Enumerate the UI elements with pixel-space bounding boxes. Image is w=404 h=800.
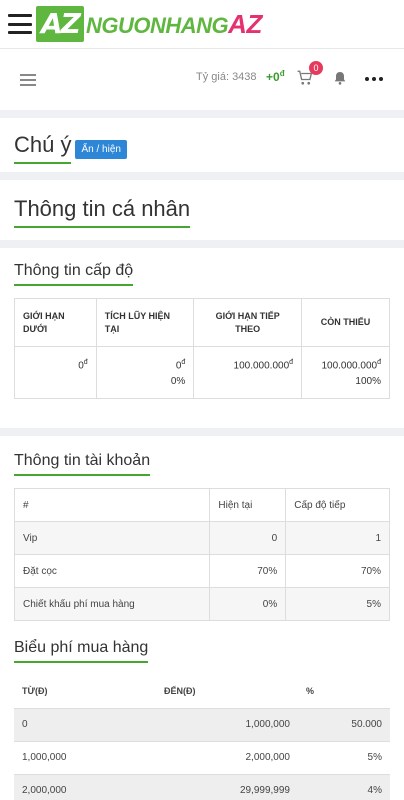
account-info-title: Thông tin tài khoản bbox=[14, 452, 151, 476]
fee-to: 2,000,000 bbox=[156, 741, 298, 775]
fee-to: 1,000,000 bbox=[156, 708, 298, 742]
col-lower-limit: GIỚI HẠN DƯỚI bbox=[14, 298, 97, 347]
row-next: 70% bbox=[285, 554, 390, 588]
level-table-row: 0đ 0đ 0% 100.000.000đ 100.000.000đ 100% bbox=[14, 345, 390, 400]
more-options-icon[interactable] bbox=[365, 77, 383, 81]
table-row: Vip 0 1 bbox=[13, 521, 390, 555]
fee-title: Biểu phí mua hàng bbox=[14, 639, 149, 663]
currency-symbol: đ bbox=[279, 69, 285, 78]
bell-icon[interactable] bbox=[332, 69, 348, 87]
wallet-balance[interactable]: +0đ bbox=[266, 69, 285, 84]
currency-symbol: đ bbox=[289, 359, 294, 366]
account-info-section: Thông tin tài khoản # Hiện tại Cấp độ ti… bbox=[0, 436, 404, 800]
exchange-rate: Tỷ giá: 3438 bbox=[196, 71, 257, 83]
level-info-title: Thông tin cấp độ bbox=[14, 262, 134, 286]
col-remaining: CÒN THIẾU bbox=[301, 298, 390, 347]
toolbar: Tỷ giá: 3438 +0đ 0 bbox=[0, 48, 404, 110]
lower-limit-cell: 0đ bbox=[14, 345, 97, 400]
top-bar: AZ NGUONHANGAZ bbox=[0, 0, 404, 48]
table-row: 1,000,000 2,000,000 5% bbox=[14, 741, 390, 775]
row-next: 1 bbox=[285, 521, 390, 555]
fee-table-header: TỪ(Đ) ĐẾN(Đ) % bbox=[14, 675, 390, 709]
fee-percent: 50.000 bbox=[298, 708, 390, 742]
personal-info-title: Thông tin cá nhân bbox=[14, 196, 191, 228]
row-next: 5% bbox=[285, 587, 390, 621]
account-table-header: # Hiện tại Cấp độ tiếp bbox=[13, 488, 390, 522]
logo-badge: AZ bbox=[36, 6, 84, 42]
level-table: GIỚI HẠN DƯỚI TÍCH LŨY HIỆN TẠI GIỚI HẠN… bbox=[14, 298, 390, 400]
table-row: Đặt cọc 70% 70% bbox=[13, 554, 390, 588]
logo-text-accent: AZ bbox=[228, 8, 262, 39]
notice-title: Chú ý bbox=[14, 132, 72, 164]
site-logo[interactable]: AZ NGUONHANGAZ bbox=[36, 6, 262, 42]
next-limit-value: 100.000.000 bbox=[233, 360, 290, 372]
row-label: Đặt cọc bbox=[13, 554, 211, 588]
col-next-level: Cấp độ tiếp bbox=[285, 488, 390, 522]
remaining-cell: 100.000.000đ 100% bbox=[301, 345, 390, 400]
fee-from: 2,000,000 bbox=[14, 774, 156, 800]
logo-text: NGUONHANGAZ bbox=[86, 9, 262, 40]
currency-symbol: đ bbox=[83, 359, 88, 366]
col-current: Hiện tại bbox=[209, 488, 287, 522]
col-to: ĐẾN(Đ) bbox=[156, 675, 298, 709]
row-label: Chiết khấu phí mua hàng bbox=[13, 587, 211, 621]
remaining-percent: 100% bbox=[355, 376, 381, 388]
fee-percent: 5% bbox=[298, 741, 390, 775]
wallet-amount: +0 bbox=[266, 70, 280, 84]
fee-title-wrap: Biểu phí mua hàng bbox=[14, 639, 390, 663]
logo-text-main: NGUONHANG bbox=[86, 12, 229, 38]
personal-info-section: Thông tin cá nhân bbox=[0, 180, 404, 240]
level-table-header: GIỚI HẠN DƯỚI TÍCH LŨY HIỆN TẠI GIỚI HẠN… bbox=[14, 298, 390, 347]
accumulated-cell: 0đ 0% bbox=[95, 345, 195, 400]
fee-table: TỪ(Đ) ĐẾN(Đ) % 0 1,000,000 50.000 1,000,… bbox=[14, 675, 390, 800]
fee-to: 29,999,999 bbox=[156, 774, 298, 800]
currency-symbol: đ bbox=[377, 359, 381, 366]
row-current: 0% bbox=[209, 587, 287, 621]
hamburger-menu-icon[interactable] bbox=[8, 14, 32, 34]
logo-badge-text: AZ bbox=[41, 7, 81, 40]
next-limit-cell: 100.000.000đ bbox=[193, 345, 303, 400]
col-percent: % bbox=[298, 675, 390, 709]
row-current: 0 bbox=[209, 521, 287, 555]
sidebar-toggle-icon[interactable] bbox=[20, 73, 36, 86]
cart-count-badge: 0 bbox=[309, 61, 323, 75]
account-table: # Hiện tại Cấp độ tiếp Vip 0 1 Đặt cọc 7… bbox=[13, 488, 390, 621]
row-current: 70% bbox=[209, 554, 287, 588]
level-info-section: Thông tin cấp độ GIỚI HẠN DƯỚI TÍCH LŨY … bbox=[0, 248, 404, 428]
col-next-limit: GIỚI HẠN TIẾP THEO bbox=[193, 298, 303, 347]
accumulated-percent: 0% bbox=[170, 376, 186, 388]
toggle-notice-button[interactable]: Ẩn / hiện bbox=[75, 140, 127, 159]
row-label: Vip bbox=[13, 521, 211, 555]
currency-symbol: đ bbox=[181, 359, 186, 366]
fee-percent: 4% bbox=[298, 774, 390, 800]
fee-from: 0 bbox=[14, 708, 156, 742]
col-from: TỪ(Đ) bbox=[14, 675, 156, 709]
fee-from: 1,000,000 bbox=[14, 741, 156, 775]
col-accumulated: TÍCH LŨY HIỆN TẠI bbox=[95, 298, 195, 347]
table-row: Chiết khấu phí mua hàng 0% 5% bbox=[13, 587, 390, 621]
col-hash: # bbox=[13, 488, 211, 522]
table-row: 0 1,000,000 50.000 bbox=[14, 708, 390, 742]
notice-section: Chú ý Ẩn / hiện bbox=[0, 118, 404, 172]
table-row: 2,000,000 29,999,999 4% bbox=[14, 774, 390, 800]
remaining-value: 100.000.000 bbox=[321, 360, 378, 372]
